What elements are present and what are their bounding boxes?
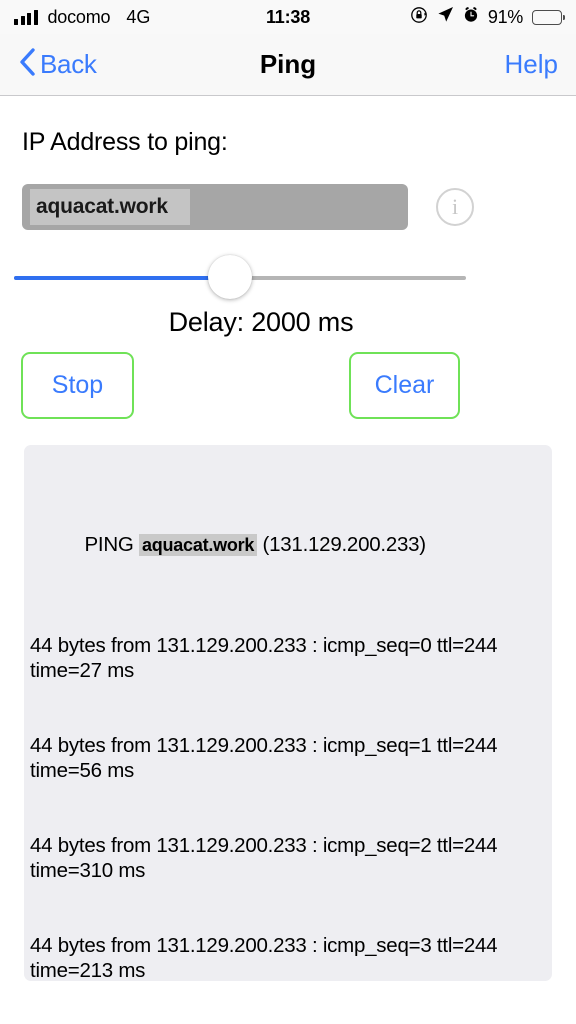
status-bar: docomo 4G 11:38 91%: [0, 0, 576, 34]
app-screen: docomo 4G 11:38 91% Back Ping Help IP Ad…: [0, 0, 576, 1024]
network-type: 4G: [126, 6, 151, 27]
slider-fill: [14, 276, 231, 280]
ping-output-text: PING aquacat.work (131.129.200.233) 44 b…: [30, 457, 540, 981]
help-button[interactable]: Help: [505, 49, 558, 80]
location-arrow-icon: [437, 6, 454, 28]
ip-address-input[interactable]: aquacat.work: [22, 184, 408, 230]
battery-icon: [532, 9, 565, 25]
navigation-bar: Back Ping Help: [0, 34, 576, 96]
clear-button[interactable]: Clear: [349, 352, 460, 419]
ping-header-prefix: PING: [84, 533, 140, 556]
ping-header-suffix: (131.129.200.233): [257, 533, 427, 556]
alarm-clock-icon: [463, 6, 479, 28]
ip-address-row: aquacat.work i: [22, 184, 554, 230]
ping-output-line: 44 bytes from 131.129.200.233 : icmp_seq…: [30, 834, 503, 882]
stop-button[interactable]: Stop: [21, 352, 134, 419]
status-bar-right: 91%: [410, 6, 565, 29]
chevron-left-icon: [18, 47, 36, 82]
ip-address-label: IP Address to ping:: [22, 128, 228, 156]
signal-bars-icon: [14, 9, 38, 25]
rotation-lock-icon: [410, 6, 428, 29]
ip-address-value: aquacat.work: [30, 189, 190, 225]
back-button[interactable]: Back: [18, 47, 97, 82]
status-bar-left: docomo 4G: [14, 7, 150, 28]
battery-percentage: 91%: [487, 6, 523, 27]
delay-slider[interactable]: [14, 255, 466, 301]
ping-output-header: PING aquacat.work (131.129.200.233): [30, 507, 540, 583]
delay-value-label: Delay: 2000 ms: [168, 307, 354, 337]
ping-output-panel[interactable]: PING aquacat.work (131.129.200.233) 44 b…: [24, 445, 552, 981]
back-button-label: Back: [40, 49, 97, 79]
ping-output-line: 44 bytes from 131.129.200.233 : icmp_seq…: [30, 634, 503, 682]
main-content: IP Address to ping: aquacat.work i Delay…: [0, 97, 576, 1024]
ping-header-host: aquacat.work: [139, 534, 258, 556]
ping-output-line: 44 bytes from 131.129.200.233 : icmp_seq…: [30, 934, 503, 981]
ping-output-line: 44 bytes from 131.129.200.233 : icmp_seq…: [30, 734, 503, 782]
carrier-name: docomo: [47, 6, 111, 27]
info-circle-icon[interactable]: i: [436, 188, 474, 226]
slider-thumb[interactable]: [208, 255, 253, 299]
